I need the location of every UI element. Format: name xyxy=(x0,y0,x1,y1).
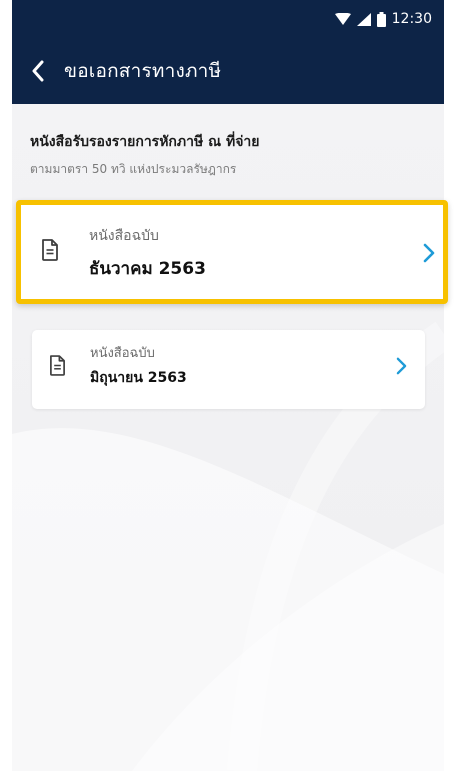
chevron-right-icon xyxy=(423,243,435,263)
status-bar: 12:30 xyxy=(12,0,444,38)
document-label: หนังสือฉบับ xyxy=(90,346,155,361)
battery-icon xyxy=(376,11,386,27)
document-label: หนังสือฉบับ xyxy=(89,228,159,244)
wifi-icon xyxy=(334,12,351,26)
back-button[interactable] xyxy=(12,38,64,104)
signal-icon xyxy=(356,12,371,26)
chevron-right-icon xyxy=(396,357,407,375)
page-title: ขอเอกสารทางภาษี xyxy=(64,60,222,82)
document-icon xyxy=(50,355,65,376)
section-subtitle: ตามมาตรา 50 ทวิ แห่งประมวลรัษฎากร xyxy=(30,162,237,176)
document-month: มิถุนายน 2563 xyxy=(90,370,187,386)
app-bar: ขอเอกสารทางภาษี xyxy=(12,38,444,104)
document-month: ธันวาคม 2563 xyxy=(89,259,206,279)
document-card-june[interactable]: หนังสือฉบับ มิถุนายน 2563 xyxy=(32,330,425,409)
status-time: 12:30 xyxy=(391,11,432,27)
document-card-december[interactable]: หนังสือฉบับ ธันวาคม 2563 xyxy=(16,200,448,304)
document-icon xyxy=(42,239,58,261)
chevron-left-icon xyxy=(32,60,44,82)
section-title: หนังสือรับรองรายการหักภาษี ณ ที่จ่าย xyxy=(30,134,260,150)
